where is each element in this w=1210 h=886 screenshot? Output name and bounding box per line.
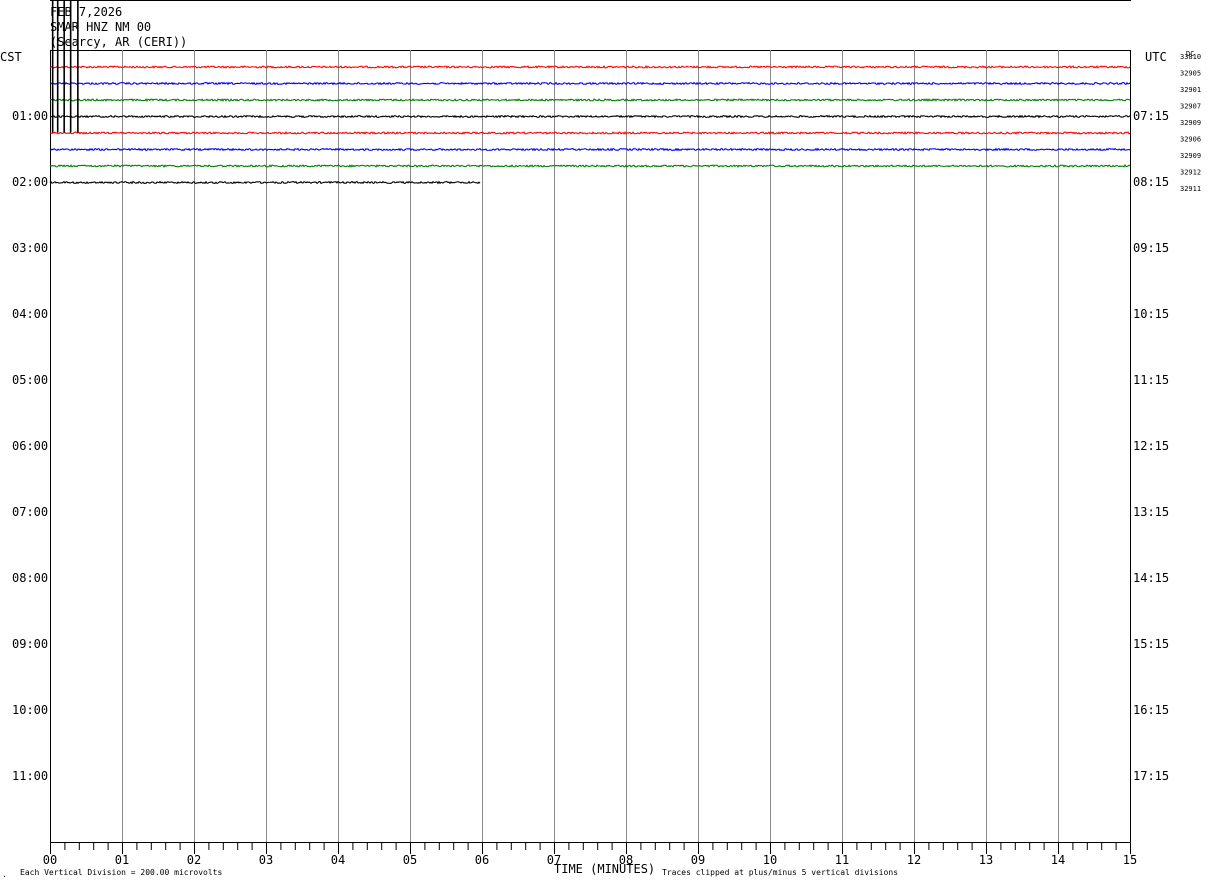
- right-hour-label: 17:15: [1133, 769, 1169, 783]
- right-timezone-label: UTC: [1145, 50, 1167, 64]
- x-axis-title: TIME (MINUTES): [554, 862, 655, 876]
- x-tick-label: 12: [907, 853, 921, 867]
- x-tick-label: 03: [259, 853, 273, 867]
- right-hour-label: 16:15: [1133, 703, 1169, 717]
- right-hour-label: 07:15: [1133, 109, 1169, 123]
- dc-value: 33810: [1180, 53, 1201, 61]
- helicorder-chart: FEB 7,2026 SMAR HNZ NM 00 (Searcy, AR (C…: [0, 0, 1201, 879]
- dc-value: 32905: [1180, 70, 1201, 78]
- trace-row-8: [49, 180, 481, 185]
- trace-row-1: [49, 65, 1131, 69]
- x-tick-label: 00: [43, 853, 57, 867]
- right-hour-label: 14:15: [1133, 571, 1169, 585]
- vertical-gridlines: [122, 50, 1059, 842]
- right-hour-label: 15:15: [1133, 637, 1169, 651]
- trace-row-6: [49, 147, 1131, 152]
- trace-row-4: [49, 114, 1131, 119]
- left-hour-label: 02:00: [12, 175, 48, 189]
- x-tick-label: 05: [403, 853, 417, 867]
- right-hour-label: 10:15: [1133, 307, 1169, 321]
- right-hour-label: 13:15: [1133, 505, 1169, 519]
- left-hour-label: 06:00: [12, 439, 48, 453]
- x-tick-label: 10: [763, 853, 777, 867]
- dc-value: 32909: [1180, 152, 1201, 160]
- x-tick-label: 13: [979, 853, 993, 867]
- x-tick-label: 11: [835, 853, 849, 867]
- x-tick-label: 09: [691, 853, 705, 867]
- trace-row-7: [49, 164, 1131, 168]
- dc-offset-values: 33810 32905 32901 32907 32909 32906 32909 32912…: [1180, 53, 1201, 193]
- left-hour-label: 10:00: [12, 703, 48, 717]
- corner-mark: .: [2, 870, 7, 879]
- trace-row-5: [49, 131, 1131, 135]
- hour-labels: 01:00 02:00 03:00 04:00 05:00 06:00 07:00 08:00…: [12, 109, 1169, 783]
- dc-value: 32911: [1180, 185, 1201, 193]
- clip-note: Traces clipped at plus/minus 5 vertical …: [662, 868, 898, 877]
- left-hour-label: 04:00: [12, 307, 48, 321]
- left-hour-label: 03:00: [12, 241, 48, 255]
- dc-value: 32909: [1180, 119, 1201, 127]
- left-timezone-label: CST: [0, 50, 22, 64]
- right-hour-label: 08:15: [1133, 175, 1169, 189]
- seismic-traces: [49, 65, 1131, 185]
- trace-row-3: [49, 98, 1131, 102]
- left-hour-label: 08:00: [12, 571, 48, 585]
- plot-frame: [50, 50, 1131, 843]
- left-hour-label: 01:00: [12, 109, 48, 123]
- dc-value: 32907: [1180, 103, 1201, 111]
- left-hour-label: 09:00: [12, 637, 48, 651]
- right-hour-label: 12:15: [1133, 439, 1169, 453]
- right-hour-label: 11:15: [1133, 373, 1169, 387]
- scale-note: Each Vertical Division = 200.00 microvol…: [20, 868, 222, 877]
- left-hour-label: 05:00: [12, 373, 48, 387]
- dc-value: 32901: [1180, 86, 1201, 94]
- chart-date: FEB 7,2026: [50, 5, 122, 19]
- x-tick-label: 04: [331, 853, 345, 867]
- trace-row-2: [49, 81, 1131, 86]
- x-tick-label: 02: [187, 853, 201, 867]
- dc-value: 32906: [1180, 136, 1201, 144]
- x-tick-label: 01: [115, 853, 129, 867]
- right-hour-label: 09:15: [1133, 241, 1169, 255]
- station-code: SMAR HNZ NM 00: [50, 20, 151, 34]
- left-hour-label: 11:00: [12, 769, 48, 783]
- x-tick-label: 15: [1123, 853, 1137, 867]
- x-tick-label: 14: [1051, 853, 1065, 867]
- left-hour-label: 07:00: [12, 505, 48, 519]
- dc-value: 32912: [1180, 169, 1201, 177]
- x-tick-label: 06: [475, 853, 489, 867]
